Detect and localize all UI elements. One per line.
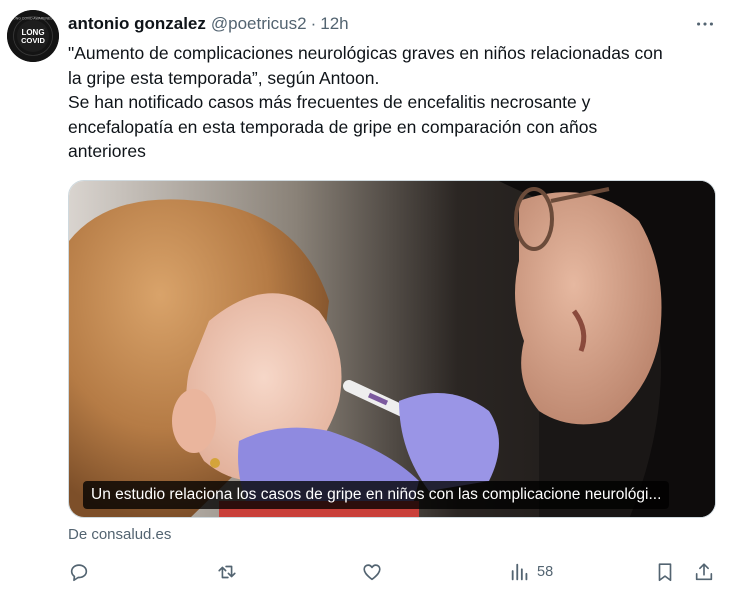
views-icon: [511, 563, 528, 581]
tweet-text-line: encefalopatía en esta temporada de gripe…: [68, 116, 598, 137]
photo-child-nasal-vaccine: [69, 181, 715, 517]
tweet-text: "Aumento de complicaciones neurológicas …: [68, 41, 718, 164]
link-card-image[interactable]: Un estudio relaciona los casos de gripe …: [68, 180, 716, 518]
repost-icon: [218, 565, 236, 579]
bookmark-icon: [658, 563, 672, 582]
reply-icon: [70, 564, 88, 582]
svg-text:COVID: COVID: [21, 36, 45, 45]
author-name[interactable]: antonio gonzalez: [68, 14, 206, 34]
link-source[interactable]: De consalud.es: [68, 526, 171, 543]
like-icon: [363, 564, 381, 581]
author-handle[interactable]: @poetricus2: [211, 14, 307, 34]
tweet-text-line: Se han notificado casos más frecuentes d…: [68, 92, 591, 112]
like-button[interactable]: [361, 558, 383, 586]
timestamp[interactable]: 12h: [320, 14, 348, 34]
svg-text:LONG COVID AWARENESS: LONG COVID AWARENESS: [11, 17, 55, 21]
bookmark-button[interactable]: [654, 558, 676, 586]
action-bar: 58: [0, 558, 738, 586]
long-covid-badge-icon: LONG COVID LONG COVID AWARENESS: [7, 10, 59, 62]
views-count: 58: [537, 564, 554, 580]
tweet-text-line: "Aumento de complicaciones neurológicas …: [68, 43, 663, 63]
reply-button[interactable]: [68, 558, 90, 586]
repost-button[interactable]: [216, 558, 238, 586]
link-card-caption: Un estudio relaciona los casos de gripe …: [83, 481, 670, 509]
separator: ·: [310, 14, 317, 33]
share-icon: [695, 563, 713, 581]
more-options-button[interactable]: [690, 14, 720, 34]
tweet-text-line: la gripe esta temporada”, según Antoon.: [68, 67, 380, 88]
avatar[interactable]: LONG COVID LONG COVID AWARENESS: [7, 10, 59, 62]
views-button[interactable]: 58: [509, 558, 553, 586]
tweet[interactable]: LONG COVID LONG COVID AWARENESS antonio …: [0, 0, 738, 604]
share-button[interactable]: [693, 558, 715, 586]
tweet-text-line: anteriores: [68, 141, 146, 161]
tweet-header: antonio gonzalez @poetricus2 · 12h: [68, 13, 349, 35]
more-icon: [697, 22, 713, 26]
